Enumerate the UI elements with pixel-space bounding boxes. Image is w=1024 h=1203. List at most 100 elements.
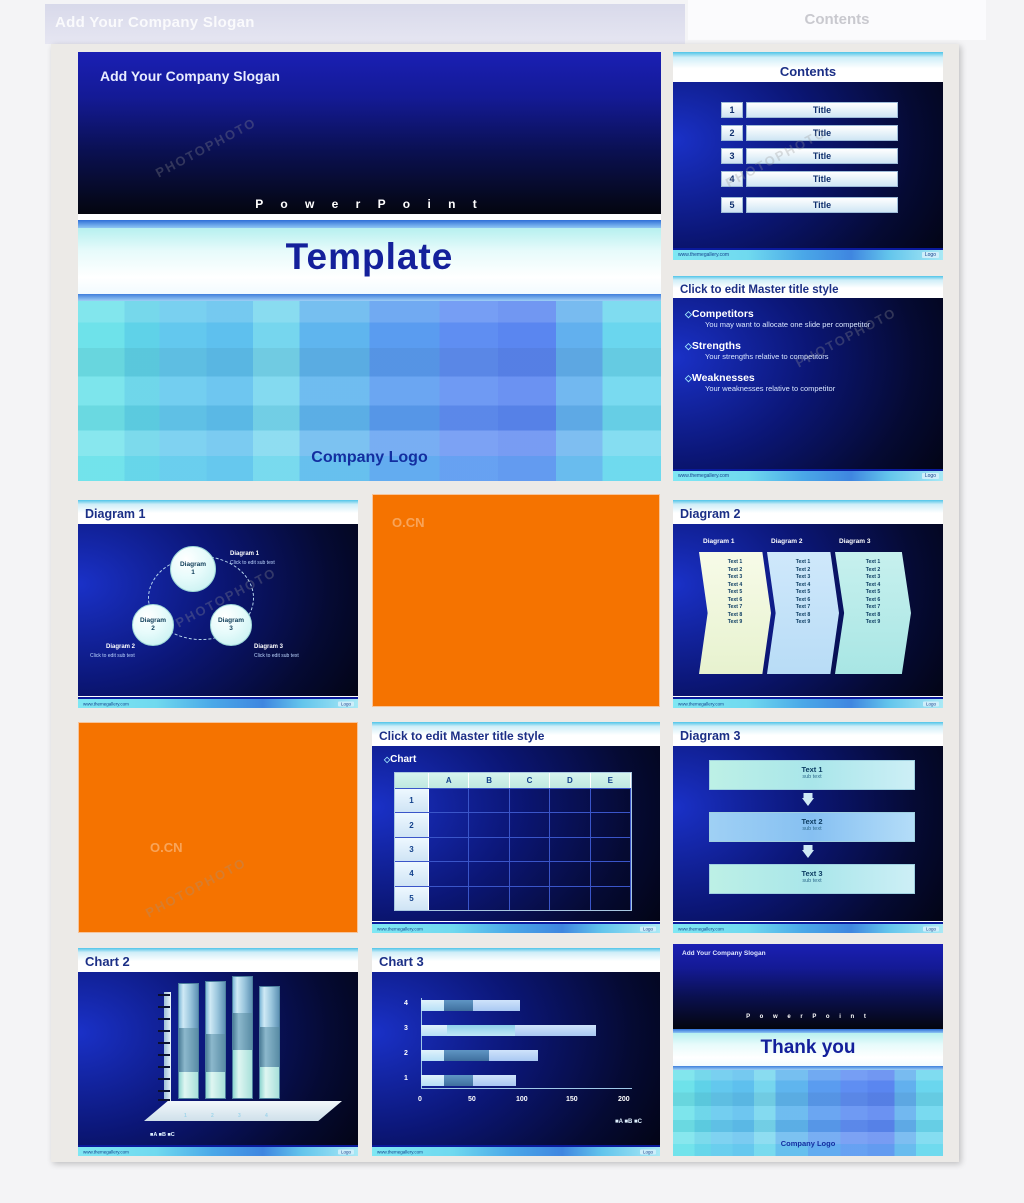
table-row[interactable]: 1 [395,788,632,813]
title-rule-top [78,220,661,228]
table-cell[interactable] [591,813,632,837]
table-row[interactable]: 3 [395,836,632,862]
chart3-body: 4 3 2 1 0 50 100 150 200 ■A ■B ■C [372,972,660,1145]
slide-diagram-2[interactable]: Diagram 2 Diagram 1 Diagram 2 Diagram 3 … [673,500,943,708]
table-cell[interactable] [591,886,632,911]
down-arrow-icon [802,850,814,858]
diagram1-circle-label: Diagram [139,616,166,624]
diagram1-circle[interactable]: Diagram 2 [132,604,174,646]
table-cell[interactable] [591,837,632,862]
footer-logo: Logo [921,473,939,479]
ghost-title-bar: Add Your Company Slogan [45,4,685,44]
table-cell[interactable] [510,789,551,813]
d2-item: Text 5 [727,589,743,596]
chart3-bar-row [421,1050,538,1061]
diagram2-chevron[interactable]: Text 1 Text 2 Text 3 Text 4 Text 5 Text … [699,552,771,674]
table-cell[interactable] [429,837,470,862]
slide-competitors[interactable]: Click to edit Master title style Competi… [673,276,943,481]
data-table[interactable]: A B C D E 1 2 3 4 5 [394,772,632,911]
table-cell[interactable] [469,813,510,837]
table-row[interactable]: 4 [395,861,632,886]
d2-item: Text 2 [865,566,881,573]
chart3-header: Chart 3 [372,948,660,972]
table-cell[interactable] [469,886,510,911]
thankyou-powerpoint-text: P o w e r P o i n t [746,1014,870,1020]
contents-row[interactable]: 2 Title [721,125,898,141]
bullet-sub: You may want to allocate one slide per c… [705,320,871,329]
footer-url: www.themegallery.com [377,1149,423,1154]
contents-row[interactable]: 3 Title [721,148,898,164]
watermark-cn: O.CN [150,840,183,855]
table-cell[interactable] [429,789,470,813]
table-cell[interactable] [429,862,470,886]
table-cell[interactable] [429,886,470,911]
diagram1-circle[interactable]: Diagram 1 [170,546,216,592]
diagram3-header: Diagram 3 [673,722,943,746]
title-slogan: Add Your Company Slogan [100,68,280,84]
slide-diagram-1[interactable]: Diagram 1 Diagram 1 Diagram 2 Diagram 3 … [78,500,358,708]
contents-row[interactable]: 5 Title [721,197,898,213]
d2-item: Text 1 [727,559,743,565]
table-cell[interactable] [591,862,632,886]
diagram1-circle[interactable]: Diagram 3 [210,604,252,646]
slide-chart-table[interactable]: Click to edit Master title style Chart A… [372,722,660,933]
diagram3-bar[interactable]: Text 1 sub text [709,760,915,790]
d2-item: Text 4 [795,581,811,588]
diagram3-bar[interactable]: Text 3 sub text [709,864,915,894]
table-row[interactable]: 5 [395,885,632,911]
d2-item: Text 1 [795,559,811,565]
table-cell[interactable] [550,886,591,911]
title-company-logo: Company Logo [311,449,428,466]
slide-chart-2[interactable]: Chart 2 1 2 3 4 ■A ■B ■C www.themegaller… [78,948,358,1156]
d2-item: Text 8 [795,611,811,618]
table-cell[interactable] [510,837,551,862]
bullet-head: Weaknesses [685,372,931,384]
diagram3-bar-title: Text 1 [801,765,823,774]
table-row-header: 4 [395,862,429,886]
diagram2-column-label: Diagram 1 [703,538,735,545]
chart2-bar [205,981,226,1099]
diagram2-chevron[interactable]: Text 1 Text 2 Text 3 Text 4 Text 5 Text … [767,552,839,674]
d2-item: Text 5 [865,589,881,596]
diagram3-bar[interactable]: Text 2 sub text [709,812,915,842]
diagram2-chevron[interactable]: Text 1 Text 2 Text 3 Text 4 Text 5 Text … [835,552,911,674]
slide-orange-placeholder-2[interactable] [78,722,358,933]
diagram3-bar-title: Text 2 [801,817,823,826]
table-cell[interactable] [469,789,510,813]
table-row-header: 1 [395,789,429,813]
table-cell[interactable] [591,789,632,813]
slide-chart-3[interactable]: Chart 3 4 3 2 1 0 50 100 150 200 ■A ■B ■… [372,948,660,1156]
table-cell[interactable] [550,813,591,837]
slide-title[interactable]: Add Your Company Slogan P o w e r P o i … [78,52,661,481]
table-col-corner [395,773,429,788]
table-cell[interactable] [550,789,591,813]
table-heading: Click to edit Master title style [379,729,545,743]
table-cell[interactable] [510,886,551,911]
chart2-bar [178,983,199,1099]
footer-url: www.themegallery.com [678,252,730,258]
contents-row[interactable]: 4 Title [721,171,898,187]
table-row[interactable]: 2 [395,812,632,837]
footer-url: www.themegallery.com [377,926,423,931]
slide-diagram-3[interactable]: Diagram 3 Text 1 sub text Text 2 sub tex… [673,722,943,933]
watermark-cn: O.CN [392,515,425,530]
table-cell[interactable] [469,862,510,886]
footer-logo: Logo [921,252,939,258]
d2-item: Text 3 [795,574,811,581]
diagram1-label-sub: Click to edit sub text [90,653,135,659]
table-cell[interactable] [550,862,591,886]
contents-heading: Contents [779,64,837,79]
table-cell[interactable] [510,813,551,837]
table-col-c: C [510,773,551,788]
chart2-y-axis [164,992,171,1101]
table-cell[interactable] [550,837,591,862]
table-cell[interactable] [510,862,551,886]
table-cell[interactable] [469,837,510,862]
contents-row[interactable]: 1 Title [721,102,898,118]
diagram1-header: Diagram 1 [78,500,358,524]
chart3-legend: ■A ■B ■C [615,1119,642,1125]
table-cell[interactable] [429,813,470,837]
slide-contents[interactable]: Contents 1 Title 2 Title 3 Title 4 Title… [673,52,943,260]
slide-thank-you[interactable]: Add Your Company Slogan P o w e r P o i … [673,944,943,1156]
contents-row-number: 2 [721,125,743,141]
